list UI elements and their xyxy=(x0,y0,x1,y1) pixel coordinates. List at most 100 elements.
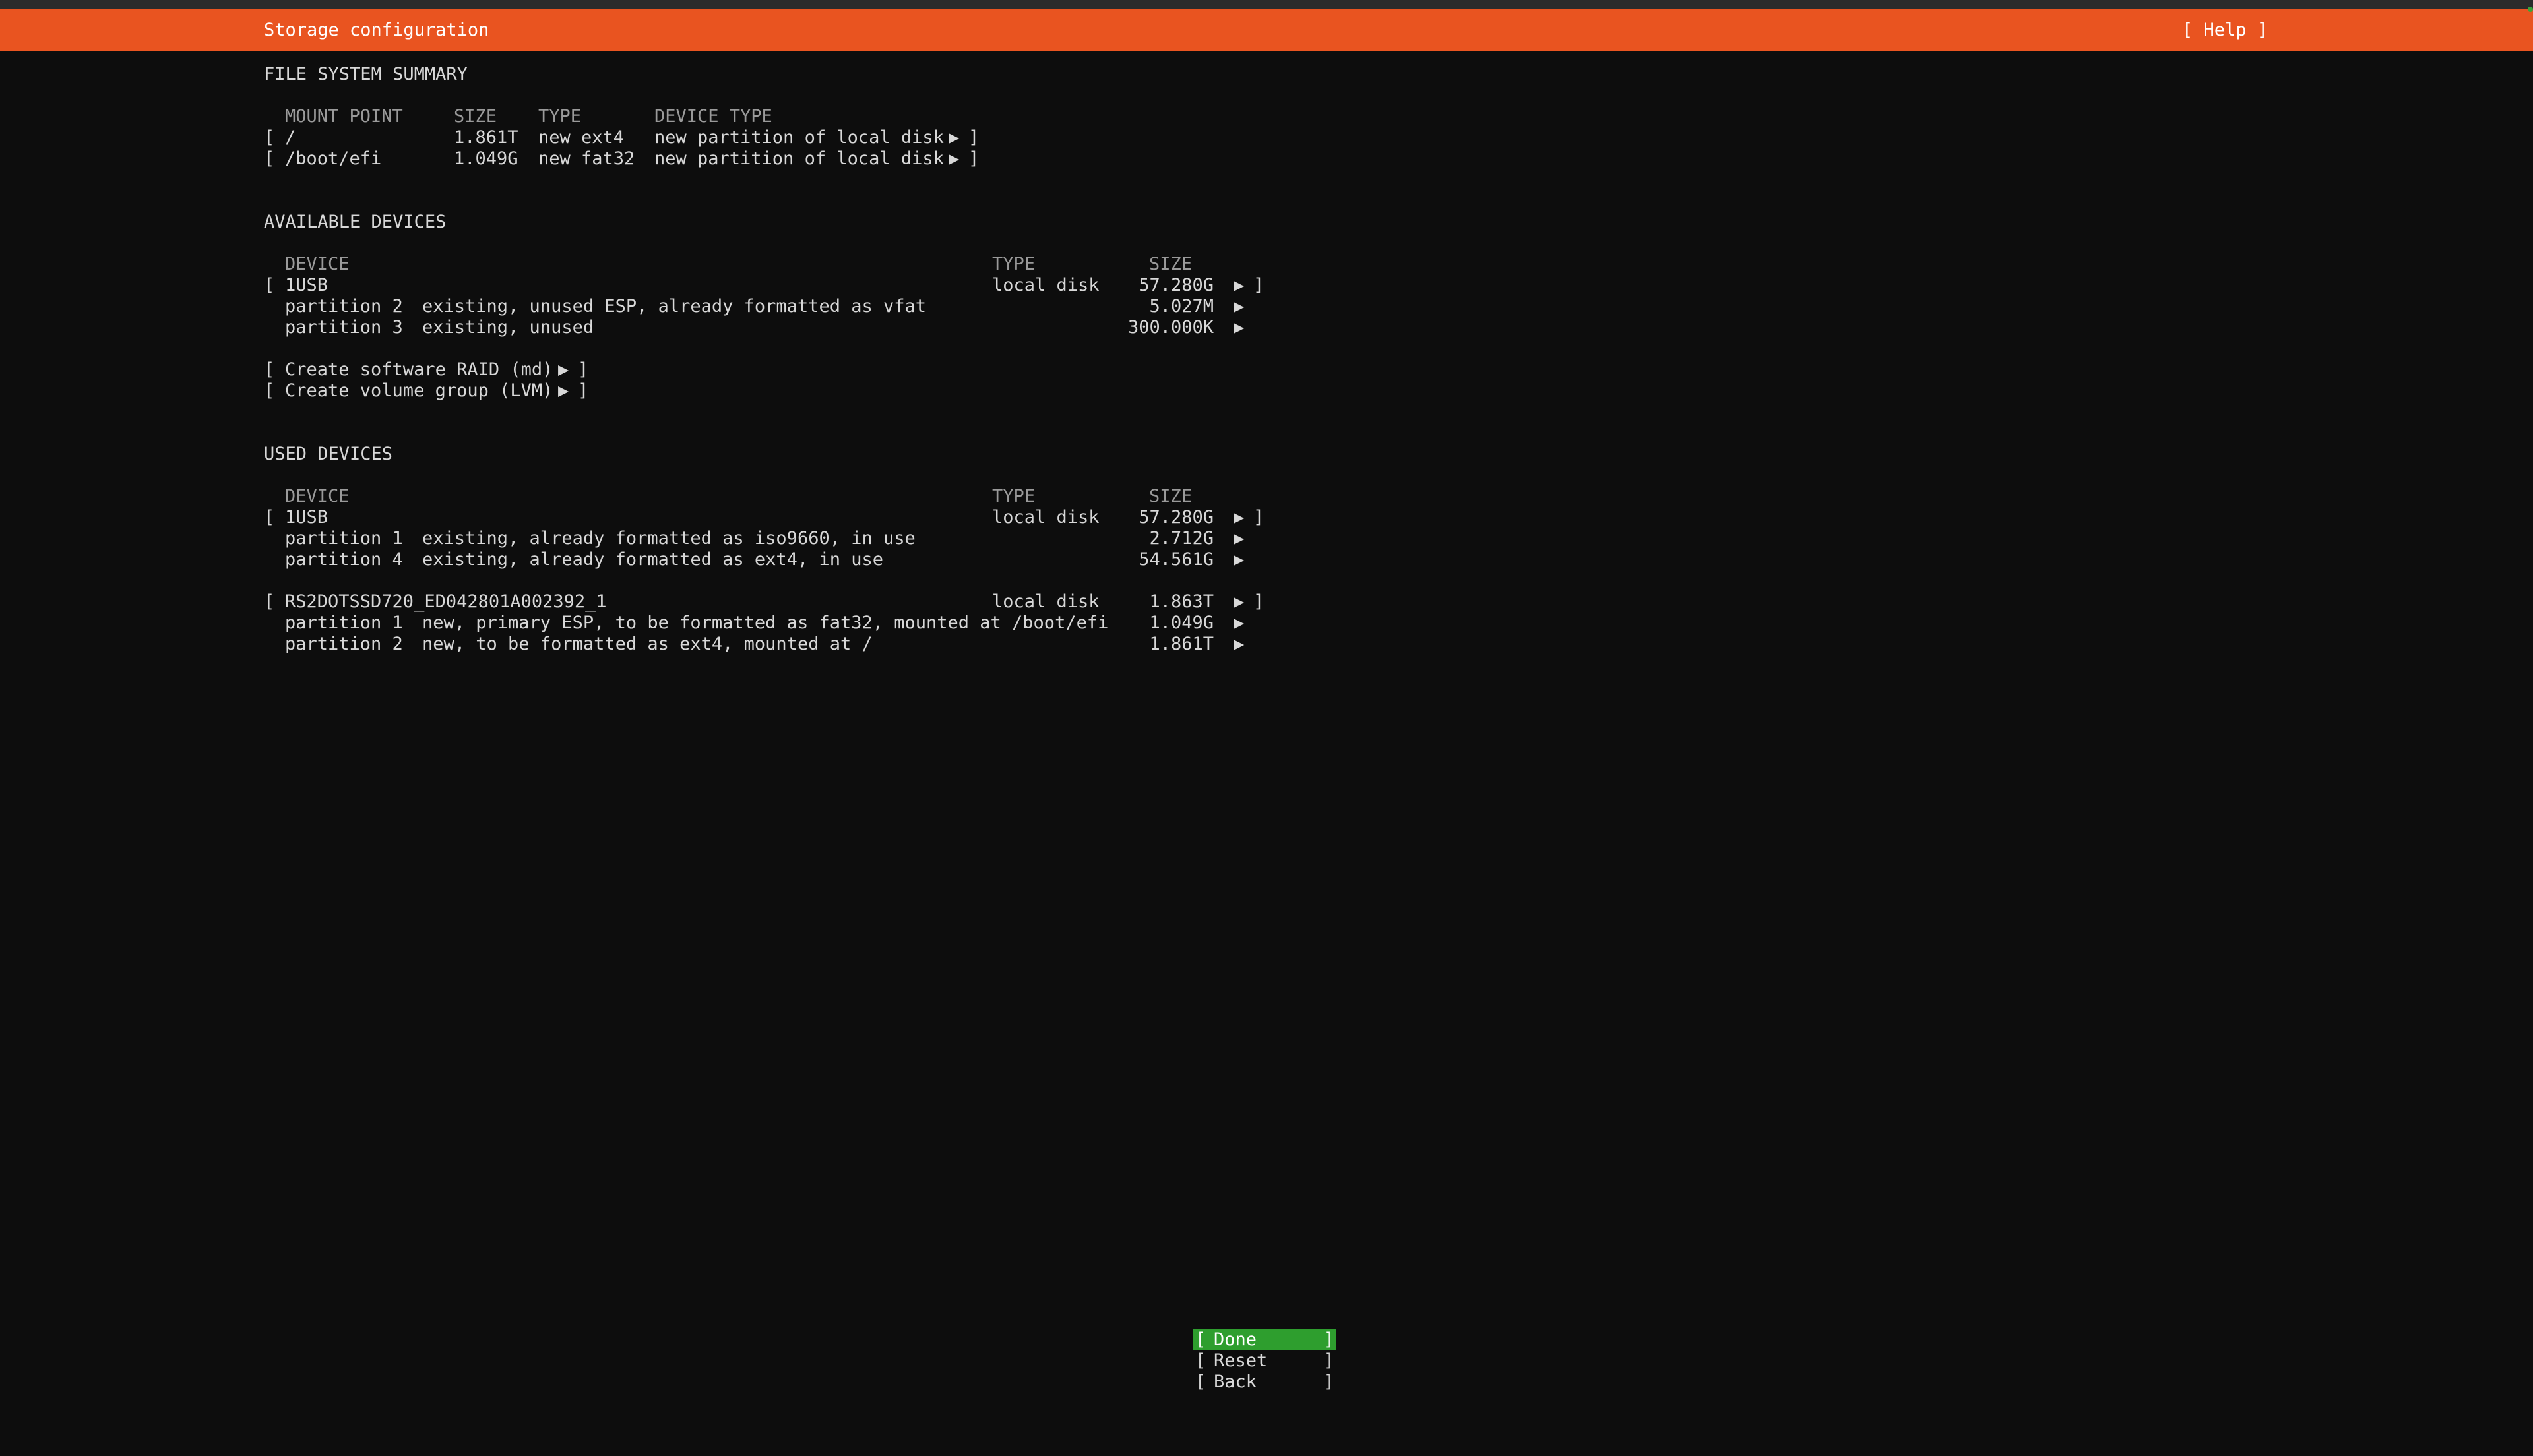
partition-row[interactable]: partition 1 existing, already formatted … xyxy=(264,528,1319,549)
left-bracket: [ xyxy=(264,380,275,401)
partition-row[interactable]: partition 2 new, to be formatted as ext4… xyxy=(264,634,1319,655)
right-bracket: ] xyxy=(1323,1329,1334,1350)
device-name: 1USB xyxy=(285,507,328,528)
left-bracket: [ xyxy=(264,507,275,528)
device-size: 57.280G xyxy=(1139,507,1214,528)
device-name: 1USB xyxy=(285,275,328,295)
col-type: TYPE xyxy=(992,254,1036,274)
arrow-right-icon: ▶ xyxy=(1234,528,1245,549)
partition-size: 300.000K xyxy=(1127,317,1214,338)
right-bracket: ] xyxy=(1253,592,1265,612)
partition-desc: existing, unused ESP, already formatted … xyxy=(422,296,927,317)
right-bracket: ] xyxy=(968,148,980,169)
left-bracket: [ xyxy=(264,592,275,612)
left-bracket: [ xyxy=(1195,1350,1206,1371)
done-label: Done xyxy=(1214,1329,1257,1350)
arrow-right-icon: ▶ xyxy=(1234,317,1245,338)
col-device-type: DEVICE TYPE xyxy=(654,106,772,127)
partition-size: 2.712G xyxy=(1149,528,1214,549)
partition-name: partition 2 xyxy=(285,296,403,317)
partition-row[interactable]: partition 4 existing, already formatted … xyxy=(264,549,1319,570)
title-bar: Storage configuration [ Help ] xyxy=(0,9,2533,51)
size: 1.861T xyxy=(454,127,518,148)
back-button[interactable]: [ Back ] xyxy=(1193,1372,1336,1393)
device-name: RS2DOTSSD720_ED042801A002392_1 xyxy=(285,592,607,612)
right-bracket: ] xyxy=(1253,507,1265,528)
partition-name: partition 1 xyxy=(285,613,403,633)
col-type: TYPE xyxy=(538,106,582,127)
status-indicator-icon xyxy=(2528,7,2533,12)
device-size: 1.863T xyxy=(1149,592,1214,612)
partition-desc: new, to be formatted as ext4, mounted at… xyxy=(422,634,873,654)
mount-point: / xyxy=(285,127,296,148)
right-bracket: ] xyxy=(578,359,589,380)
fs-type: new ext4 xyxy=(538,127,625,148)
create-raid-button[interactable]: [ Create software RAID (md) ▶ ] xyxy=(264,359,660,380)
arrow-right-icon: ▶ xyxy=(1234,296,1245,317)
done-button[interactable]: [ Done ] xyxy=(1193,1329,1336,1350)
right-bracket: ] xyxy=(1323,1372,1334,1392)
partition-name: partition 2 xyxy=(285,634,403,654)
reset-button[interactable]: [ Reset ] xyxy=(1193,1350,1336,1372)
right-bracket: ] xyxy=(1253,275,1265,295)
back-label: Back xyxy=(1214,1372,1257,1392)
arrow-right-icon: ▶ xyxy=(949,148,960,169)
left-bracket: [ xyxy=(1195,1329,1206,1350)
arrow-right-icon: ▶ xyxy=(1234,507,1245,528)
arrow-right-icon: ▶ xyxy=(1234,275,1245,295)
partition-desc: new, primary ESP, to be formatted as fat… xyxy=(422,613,1109,633)
partition-size: 1.049G xyxy=(1149,613,1214,633)
arrow-right-icon: ▶ xyxy=(1234,634,1245,654)
right-bracket: ] xyxy=(1323,1350,1334,1371)
fs-summary-header: MOUNT POINT SIZE TYPE DEVICE TYPE xyxy=(264,106,1055,127)
mount-point: /boot/efi xyxy=(285,148,382,169)
device-type: new partition of local disk xyxy=(654,148,944,169)
arrow-right-icon: ▶ xyxy=(1234,549,1245,570)
arrow-right-icon: ▶ xyxy=(1234,613,1245,633)
create-lvm-button[interactable]: [ Create volume group (LVM) ▶ ] xyxy=(264,380,660,402)
arrow-right-icon: ▶ xyxy=(1234,592,1245,612)
right-bracket: ] xyxy=(968,127,980,148)
used-devices-heading: USED DEVICES xyxy=(264,444,393,464)
partition-row[interactable]: partition 3 existing, unused 300.000K ▶ xyxy=(264,317,1319,338)
partition-name: partition 3 xyxy=(285,317,403,338)
col-device: DEVICE xyxy=(285,486,350,506)
partition-row[interactable]: partition 2 existing, unused ESP, alread… xyxy=(264,296,1319,317)
used-devices-header: DEVICE TYPE SIZE xyxy=(264,486,1319,507)
available-disk-row[interactable]: [ 1USB local disk 57.280G ▶ ] xyxy=(264,275,1319,296)
left-bracket: [ xyxy=(264,275,275,295)
reset-label: Reset xyxy=(1214,1350,1268,1371)
device-size: 57.280G xyxy=(1139,275,1214,295)
device-type: new partition of local disk xyxy=(654,127,944,148)
col-size: SIZE xyxy=(1149,486,1193,506)
create-raid-label: Create software RAID (md) xyxy=(285,359,553,380)
partition-size: 1.861T xyxy=(1149,634,1214,654)
fs-type: new fat32 xyxy=(538,148,635,169)
used-disk-row[interactable]: [ RS2DOTSSD720_ED042801A002392_1 local d… xyxy=(264,592,1319,613)
partition-size: 5.027M xyxy=(1149,296,1214,317)
page-title: Storage configuration xyxy=(264,20,489,40)
partition-desc: existing, already formatted as ext4, in … xyxy=(422,549,883,570)
partition-row[interactable]: partition 1 new, primary ESP, to be form… xyxy=(264,613,1319,634)
fs-summary-row[interactable]: [ / 1.861T new ext4 new partition of loc… xyxy=(264,127,1055,148)
left-bracket: [ xyxy=(1195,1372,1206,1392)
partition-desc: existing, unused xyxy=(422,317,594,338)
size: 1.049G xyxy=(454,148,518,169)
partition-name: partition 1 xyxy=(285,528,403,549)
right-bracket: ] xyxy=(578,380,589,401)
col-size: SIZE xyxy=(1149,254,1193,274)
fs-summary-row[interactable]: [ /boot/efi 1.049G new fat32 new partiti… xyxy=(264,148,1055,169)
col-size: SIZE xyxy=(454,106,497,127)
fs-summary-heading: FILE SYSTEM SUMMARY xyxy=(264,64,468,84)
col-mount-point: MOUNT POINT xyxy=(285,106,403,127)
used-disk-row[interactable]: [ 1USB local disk 57.280G ▶ ] xyxy=(264,507,1319,528)
create-lvm-label: Create volume group (LVM) xyxy=(285,380,553,401)
arrow-right-icon: ▶ xyxy=(949,127,960,148)
partition-name: partition 4 xyxy=(285,549,403,570)
available-devices-header: DEVICE TYPE SIZE xyxy=(264,254,1319,275)
partition-size: 54.561G xyxy=(1139,549,1214,570)
top-edge xyxy=(0,0,2533,9)
help-button[interactable]: [ Help ] xyxy=(2182,20,2268,41)
arrow-right-icon: ▶ xyxy=(558,359,569,380)
left-bracket: [ xyxy=(264,359,275,380)
